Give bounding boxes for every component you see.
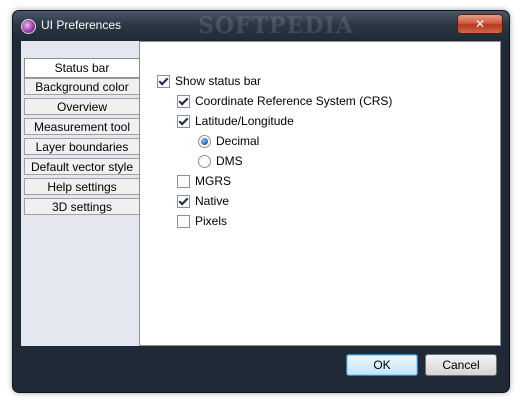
sidebar-item-background-color[interactable]: Background color (24, 78, 139, 95)
title-bar[interactable]: UI Preferences SOFTPEDIA ✕ (13, 11, 509, 41)
close-button[interactable]: ✕ (457, 14, 503, 34)
mgrs-option[interactable]: MGRS (177, 174, 231, 188)
preferences-window: UI Preferences SOFTPEDIA ✕ Status bar Ba… (12, 10, 510, 393)
sidebar-item-measurement-tool[interactable]: Measurement tool (24, 118, 139, 135)
cancel-button[interactable]: Cancel (425, 354, 497, 376)
mgrs-label: MGRS (195, 174, 231, 188)
native-label: Native (195, 194, 230, 208)
sidebar-item-help-settings[interactable]: Help settings (24, 178, 139, 195)
pixels-checkbox[interactable] (177, 214, 190, 228)
crs-option[interactable]: Coordinate Reference System (CRS) (177, 94, 392, 108)
native-checkbox[interactable] (177, 194, 190, 208)
dms-label: DMS (216, 154, 243, 168)
pixels-option[interactable]: Pixels (177, 214, 227, 228)
decimal-radio[interactable] (198, 134, 211, 148)
native-option[interactable]: Native (177, 194, 229, 208)
sidebar-item-3d-settings[interactable]: 3D settings (24, 198, 139, 215)
close-icon: ✕ (474, 17, 486, 31)
latlon-option[interactable]: Latitude/Longitude (177, 114, 294, 128)
pixels-label: Pixels (195, 214, 228, 228)
latlon-checkbox[interactable] (177, 114, 190, 128)
sidebar-item-overview[interactable]: Overview (24, 98, 139, 115)
sidebar-item-status-bar[interactable]: Status bar (24, 58, 139, 78)
app-icon (21, 19, 36, 34)
sidebar-item-default-vector-style[interactable]: Default vector style (24, 158, 139, 175)
decimal-label: Decimal (216, 134, 260, 148)
dialog-content: Status bar Background color Overview Mea… (21, 41, 501, 346)
sidebar-item-layer-boundaries[interactable]: Layer boundaries (24, 138, 139, 155)
status-bar-panel: Show status bar Coordinate Reference Sys… (139, 41, 501, 346)
mgrs-checkbox[interactable] (177, 174, 190, 188)
ok-button[interactable]: OK (346, 354, 418, 376)
show-status-bar-option[interactable]: Show status bar (157, 74, 261, 88)
watermark: SOFTPEDIA (198, 13, 354, 39)
dms-radio[interactable] (198, 154, 211, 168)
crs-checkbox[interactable] (177, 94, 190, 108)
decimal-option[interactable]: Decimal (198, 134, 259, 148)
latlon-label: Latitude/Longitude (195, 114, 294, 128)
show-status-bar-label: Show status bar (175, 74, 262, 88)
category-sidebar: Status bar Background color Overview Mea… (21, 41, 139, 346)
window-title: UI Preferences (41, 18, 122, 32)
crs-label: Coordinate Reference System (CRS) (195, 94, 393, 108)
dms-option[interactable]: DMS (198, 154, 243, 168)
show-status-bar-checkbox[interactable] (157, 74, 170, 88)
